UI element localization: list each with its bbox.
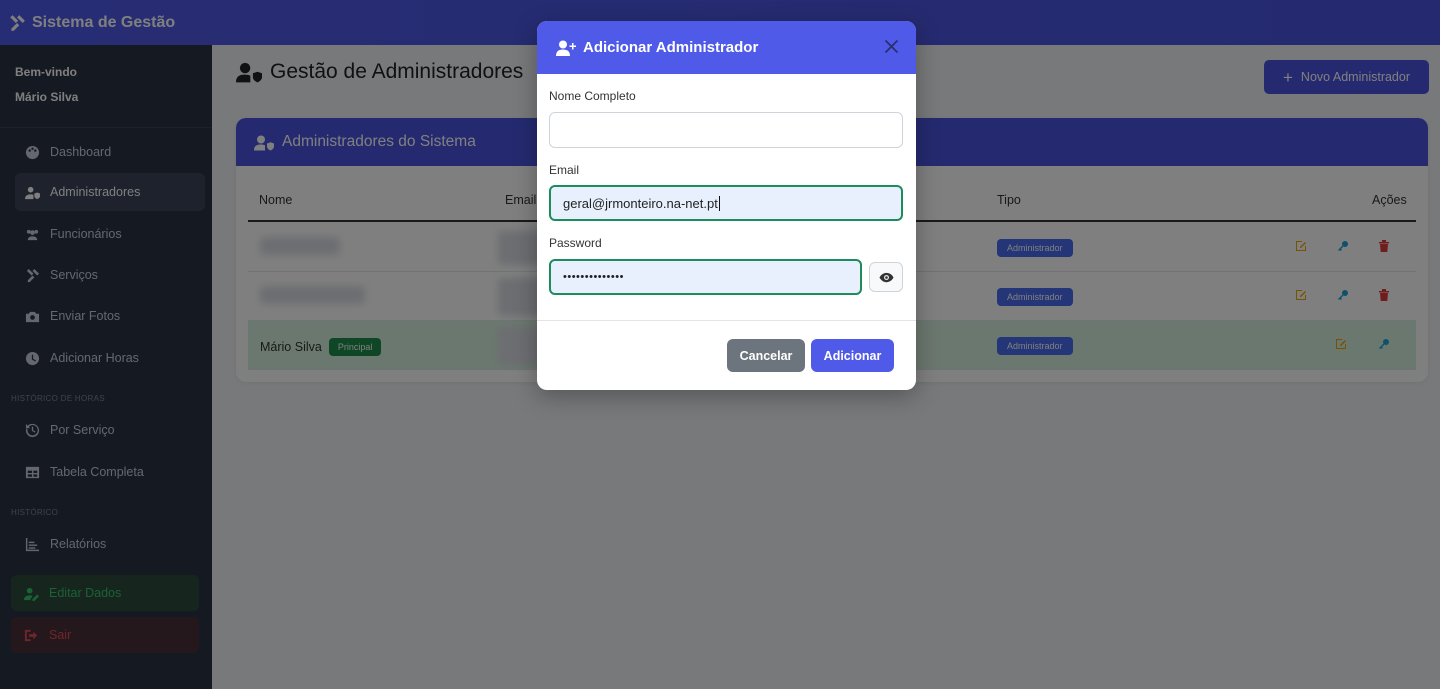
name-label: Nome Completo	[549, 89, 636, 103]
email-label: Email	[549, 163, 580, 177]
password-label: Password	[549, 236, 602, 250]
modal-footer-divider	[537, 320, 916, 321]
modal-header: Adicionar Administrador	[537, 21, 916, 74]
close-icon	[884, 39, 899, 54]
password-field[interactable]: ••••••••••••••	[549, 259, 862, 295]
close-button[interactable]	[884, 39, 899, 54]
email-value: geral@jrmonteiro.na-net.pt	[563, 195, 718, 211]
toggle-password-button[interactable]	[869, 262, 903, 292]
modal-title: Adicionar Administrador	[583, 39, 759, 56]
name-field[interactable]	[549, 112, 903, 148]
cancel-button[interactable]: Cancelar	[727, 339, 805, 372]
user-plus-icon	[556, 40, 576, 56]
add-button[interactable]: Adicionar	[811, 339, 894, 372]
add-admin-modal: Adicionar Administrador Nome Completo Em…	[537, 21, 916, 390]
email-field[interactable]: geral@jrmonteiro.na-net.pt	[549, 185, 903, 221]
text-caret	[718, 195, 720, 211]
eye-icon	[878, 272, 894, 282]
password-value: ••••••••••••••	[563, 271, 624, 283]
